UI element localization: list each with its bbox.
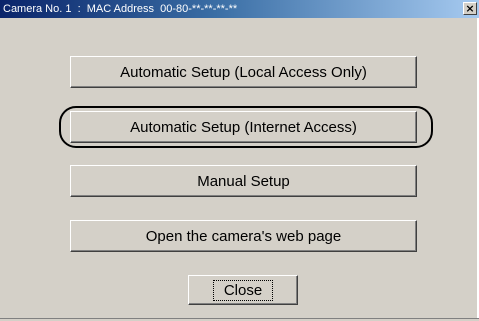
manual-setup-button[interactable]: Manual Setup (70, 165, 417, 197)
close-label: Close (212, 279, 274, 301)
camera-setup-dialog: Camera No. 1 : MAC Address 00-80-**-**-*… (0, 0, 479, 321)
automatic-setup-local-button[interactable]: Automatic Setup (Local Access Only) (70, 56, 417, 88)
automatic-setup-internet-button[interactable]: Automatic Setup (Internet Access) (70, 111, 417, 143)
open-camera-web-page-button[interactable]: Open the camera's web page (70, 220, 417, 252)
manual-setup-label: Manual Setup (197, 172, 290, 190)
close-window-icon[interactable]: × (463, 2, 477, 15)
title-bar[interactable]: Camera No. 1 : MAC Address 00-80-**-**-*… (0, 0, 479, 18)
window-title: Camera No. 1 : MAC Address 00-80-**-**-*… (3, 3, 238, 15)
open-camera-web-page-label: Open the camera's web page (145, 227, 342, 245)
automatic-setup-local-label: Automatic Setup (Local Access Only) (120, 63, 367, 81)
close-button[interactable]: Close (188, 275, 298, 305)
automatic-setup-internet-label: Automatic Setup (Internet Access) (130, 118, 357, 136)
